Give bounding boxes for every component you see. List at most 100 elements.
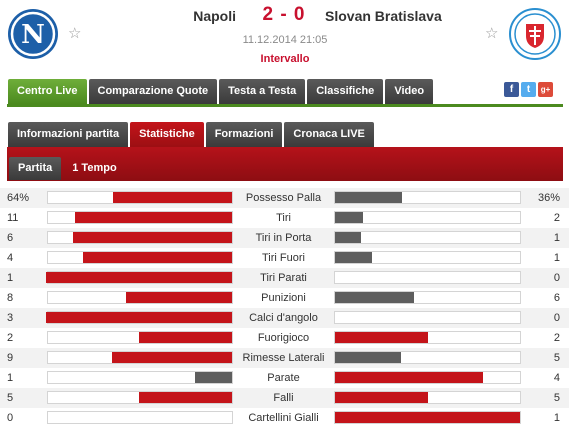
- stat-home-bar: [113, 192, 232, 203]
- stat-row: 4 Tiri Fuori 1: [0, 248, 569, 268]
- stat-away-bar: [335, 372, 483, 383]
- stat-label: Tiri in Porta: [255, 232, 312, 244]
- stat-home-track: [47, 251, 233, 264]
- stat-away-track: [334, 211, 521, 224]
- tab-informazioni-partita[interactable]: Informazioni partita: [8, 122, 129, 147]
- tab-partita[interactable]: Partita: [9, 157, 62, 180]
- stat-row: 11 Tiri 2: [0, 208, 569, 228]
- home-team-name[interactable]: Napoli: [193, 8, 236, 24]
- stat-home-bar: [75, 212, 232, 223]
- stat-row: 9 Rimesse Laterali 5: [0, 348, 569, 368]
- stat-home-track: [47, 351, 233, 364]
- main-tabs-underline: [7, 104, 563, 107]
- tab-centro-live[interactable]: Centro Live: [8, 79, 87, 104]
- stat-label: Calci d'angolo: [249, 312, 318, 324]
- stat-row: 6 Tiri in Porta 1: [0, 228, 569, 248]
- stat-home-value: 5: [7, 392, 14, 404]
- stat-away-value: 5: [553, 392, 560, 404]
- stat-away-value: 1: [553, 412, 560, 424]
- stat-away-bar: [335, 232, 361, 243]
- napoli-logo-icon[interactable]: N: [7, 8, 59, 60]
- stat-home-bar: [83, 252, 232, 263]
- period-tabs: Partita 1 Tempo: [9, 157, 126, 180]
- stat-label: Possesso Palla: [245, 192, 322, 204]
- stat-home-bar: [139, 332, 232, 343]
- tab-comparazione-quote[interactable]: Comparazione Quote: [88, 79, 218, 104]
- tab-1-tempo[interactable]: 1 Tempo: [63, 157, 125, 180]
- match-header: N ☆ Napoli 2 - 0 Slovan Bratislava 11.12…: [0, 0, 569, 78]
- stat-home-value: 9: [7, 352, 14, 364]
- stat-home-bar: [46, 272, 232, 283]
- svg-text:N: N: [21, 20, 45, 50]
- stat-home-track: [46, 271, 233, 284]
- main-tabs: Centro Live Comparazione Quote Testa a T…: [8, 79, 434, 104]
- stat-away-value: 5: [553, 352, 560, 364]
- stat-away-bar: [335, 352, 401, 363]
- stat-home-track: [47, 411, 233, 424]
- stat-home-track: [47, 291, 233, 304]
- stat-home-value: 11: [7, 212, 19, 224]
- tab-video[interactable]: Video: [385, 79, 434, 104]
- match-score: 2 - 0: [262, 4, 306, 25]
- stat-label: Punizioni: [261, 292, 306, 304]
- sub-tabs: Informazioni partita Statistiche Formazi…: [8, 122, 374, 147]
- stat-home-value: 1: [7, 372, 14, 384]
- stat-home-track: [47, 371, 233, 384]
- match-status: Intervallo: [260, 53, 310, 65]
- stat-label: Tiri Parati: [260, 272, 307, 284]
- tab-classifiche[interactable]: Classifiche: [307, 79, 384, 104]
- twitter-icon[interactable]: t: [521, 82, 536, 97]
- social-share: f t g+: [502, 82, 553, 97]
- favorite-away-star-icon[interactable]: ☆: [485, 26, 498, 41]
- stat-away-track: [334, 251, 521, 264]
- stat-home-bar: [126, 292, 232, 303]
- stat-away-track: [334, 271, 521, 284]
- stat-home-value: 8: [7, 292, 14, 304]
- stat-label: Parate: [267, 372, 300, 384]
- facebook-icon[interactable]: f: [504, 82, 519, 97]
- stat-home-value: 2: [7, 332, 14, 344]
- stat-away-value: 1: [553, 252, 560, 264]
- tab-cronaca-live[interactable]: Cronaca LIVE: [284, 122, 374, 147]
- stat-home-track: [46, 311, 233, 324]
- stat-label: Falli: [273, 392, 294, 404]
- stat-row: 0 Cartellini Gialli 1: [0, 408, 569, 428]
- stat-home-track: [47, 191, 233, 204]
- google-plus-icon[interactable]: g+: [538, 82, 553, 97]
- stat-label: Fuorigioco: [257, 332, 310, 344]
- stat-home-track: [47, 211, 233, 224]
- stat-home-value: 6: [7, 232, 14, 244]
- stat-away-value: 2: [553, 212, 560, 224]
- stat-home-track: [47, 231, 233, 244]
- stat-home-track: [47, 391, 233, 404]
- stat-away-track: [334, 411, 521, 424]
- stat-label: Tiri Fuori: [262, 252, 305, 264]
- stat-home-value: 1: [7, 272, 14, 284]
- stat-home-bar: [46, 312, 232, 323]
- stat-home-bar: [112, 352, 232, 363]
- stat-away-track: [334, 311, 521, 324]
- away-team-name[interactable]: Slovan Bratislava: [325, 8, 442, 24]
- stat-away-bar: [335, 292, 414, 303]
- tab-formazioni[interactable]: Formazioni: [205, 122, 283, 147]
- stat-label: Rimesse Laterali: [242, 352, 325, 364]
- stat-away-track: [334, 231, 521, 244]
- stat-label: Cartellini Gialli: [248, 412, 319, 424]
- stat-away-track: [334, 391, 521, 404]
- stat-away-bar: [335, 412, 520, 423]
- slovan-logo-icon[interactable]: [509, 8, 561, 60]
- stat-home-value: 4: [7, 252, 14, 264]
- stat-away-value: 0: [553, 272, 560, 284]
- stat-away-value: 1: [553, 232, 560, 244]
- stat-away-track: [334, 331, 521, 344]
- stat-away-value: 0: [553, 312, 560, 324]
- tab-testa-a-testa[interactable]: Testa a Testa: [219, 79, 306, 104]
- stat-row: 8 Punizioni 6: [0, 288, 569, 308]
- favorite-home-star-icon[interactable]: ☆: [68, 26, 81, 41]
- stat-away-bar: [335, 212, 363, 223]
- stat-row: 2 Fuorigioco 2: [0, 328, 569, 348]
- stat-away-bar: [335, 392, 428, 403]
- stat-away-bar: [335, 252, 372, 263]
- tab-statistiche[interactable]: Statistiche: [130, 122, 204, 147]
- stat-home-bar: [195, 372, 232, 383]
